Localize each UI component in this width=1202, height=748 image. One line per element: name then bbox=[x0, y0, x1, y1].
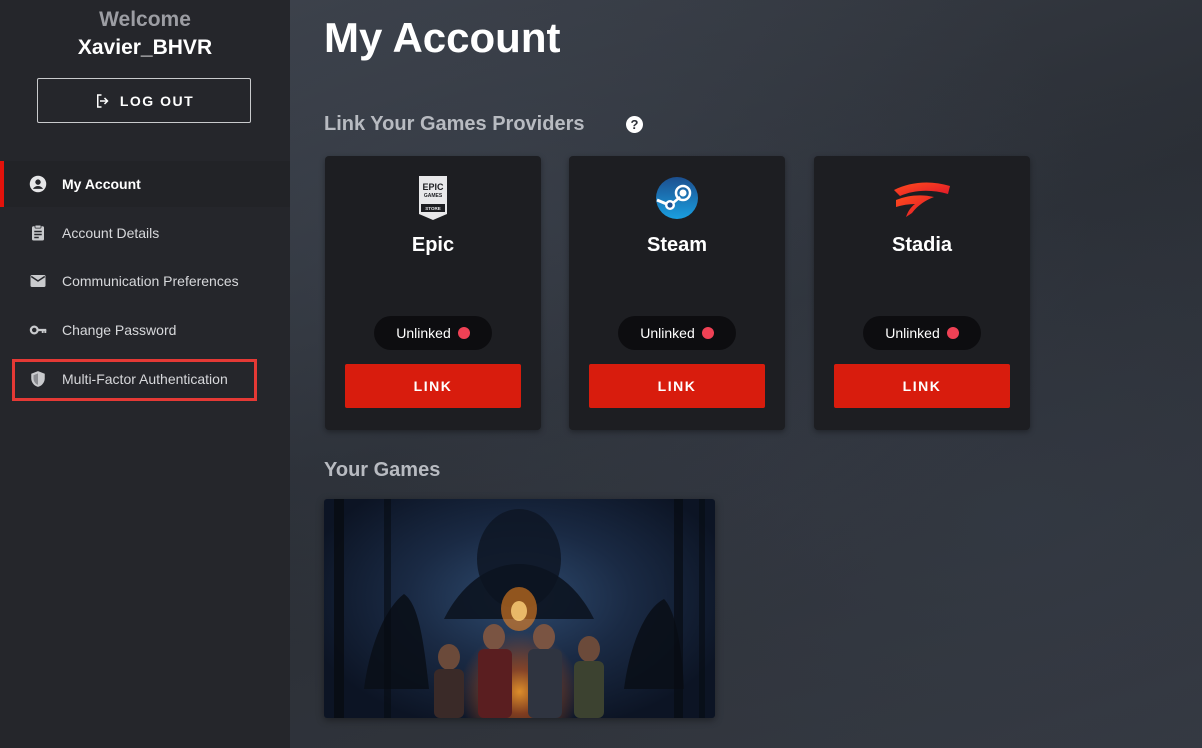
sidebar-item-communication-preferences[interactable]: Communication Preferences bbox=[0, 258, 290, 304]
status-badge: Unlinked bbox=[863, 316, 981, 350]
game-artwork-image bbox=[334, 499, 705, 718]
sidebar-item-label: Communication Preferences bbox=[62, 273, 239, 289]
key-icon bbox=[29, 325, 47, 335]
page-title: My Account bbox=[324, 14, 561, 61]
provider-name: Epic bbox=[411, 234, 455, 256]
svg-text:STORE: STORE bbox=[425, 206, 440, 211]
status-dot-icon bbox=[946, 327, 959, 339]
provider-name: Steam bbox=[646, 234, 708, 256]
status-dot-icon bbox=[701, 327, 714, 339]
provider-card-stadia: Stadia Unlinked LINK bbox=[814, 156, 1030, 430]
sidebar-item-change-password[interactable]: Change Password bbox=[0, 307, 290, 353]
status-text: Unlinked bbox=[885, 325, 940, 341]
logout-button[interactable]: LOG OUT bbox=[37, 78, 251, 123]
logout-label: LOG OUT bbox=[119, 92, 195, 109]
link-stadia-button[interactable]: LINK bbox=[834, 364, 1010, 408]
status-text: Unlinked bbox=[396, 325, 451, 341]
svg-text:EPIC: EPIC bbox=[422, 182, 444, 192]
status-dot-icon bbox=[457, 327, 470, 339]
user-circle-icon bbox=[29, 175, 47, 193]
sidebar-item-account-details[interactable]: Account Details bbox=[0, 210, 290, 256]
epic-games-logo-icon: EPIC GAMES STORE bbox=[325, 176, 541, 220]
provider-card-epic: EPIC GAMES STORE Epic Unlinked LINK bbox=[325, 156, 541, 430]
sidebar-item-label: Change Password bbox=[62, 322, 177, 338]
stadia-logo-icon bbox=[814, 176, 1030, 220]
main-content: My Account Link Your Games Providers ? E… bbox=[290, 0, 1202, 748]
link-epic-button[interactable]: LINK bbox=[345, 364, 521, 408]
sidebar-item-label: Multi-Factor Authentication bbox=[62, 371, 228, 387]
game-tile-dead-by-daylight[interactable] bbox=[324, 499, 715, 718]
clipboard-icon bbox=[32, 224, 44, 241]
status-badge: Unlinked bbox=[618, 316, 736, 350]
sidebar: Welcome Xavier_BHVR LOG OUT My Account A… bbox=[0, 0, 290, 748]
provider-card-steam: Steam Unlinked LINK bbox=[569, 156, 785, 430]
providers-heading: Link Your Games Providers bbox=[324, 113, 585, 135]
status-badge: Unlinked bbox=[374, 316, 492, 350]
steam-logo-icon bbox=[569, 176, 785, 220]
link-steam-button[interactable]: LINK bbox=[589, 364, 765, 408]
envelope-icon bbox=[30, 275, 46, 287]
status-text: Unlinked bbox=[640, 325, 695, 341]
sidebar-item-label: Account Details bbox=[62, 225, 160, 241]
shield-icon bbox=[31, 371, 45, 387]
games-heading: Your Games bbox=[324, 459, 441, 481]
username: Xavier_BHVR bbox=[77, 36, 213, 59]
svg-text:GAMES: GAMES bbox=[424, 193, 443, 199]
sidebar-item-label: My Account bbox=[62, 176, 141, 192]
logout-icon bbox=[96, 93, 109, 108]
sidebar-item-multi-factor-authentication[interactable]: Multi-Factor Authentication bbox=[0, 356, 290, 402]
welcome-text: Welcome bbox=[99, 8, 191, 31]
provider-name: Stadia bbox=[891, 234, 953, 256]
help-icon[interactable]: ? bbox=[626, 116, 643, 133]
sidebar-item-my-account[interactable]: My Account bbox=[0, 161, 290, 207]
